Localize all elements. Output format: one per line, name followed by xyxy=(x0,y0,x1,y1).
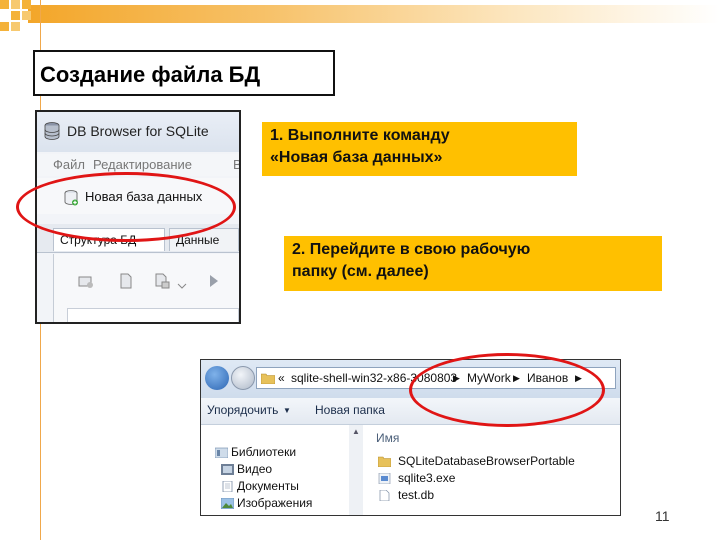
db-browser-title: DB Browser for SQLite xyxy=(67,123,209,139)
menu-edit[interactable]: Редактирование xyxy=(93,157,192,172)
documents-icon xyxy=(222,481,233,492)
chevron-down-icon[interactable]: ▼ xyxy=(283,406,291,415)
database-icon xyxy=(44,122,60,140)
header-band xyxy=(28,5,720,23)
file-item-sqlite3-exe[interactable]: sqlite3.exe xyxy=(398,471,455,485)
menu-file[interactable]: Файл xyxy=(53,157,85,172)
folder-icon xyxy=(378,456,391,467)
document-icon[interactable] xyxy=(118,272,134,290)
breadcrumb-separator-icon[interactable]: « xyxy=(278,371,285,385)
scroll-up-icon[interactable]: ▲ xyxy=(352,427,360,436)
highlight-ellipse-new-db xyxy=(16,172,236,242)
folder-icon xyxy=(261,373,275,384)
page-number: 11 xyxy=(655,508,670,524)
libraries-icon xyxy=(215,447,228,458)
chevron-down-icon[interactable] xyxy=(174,272,190,290)
video-icon xyxy=(221,464,234,475)
play-icon[interactable] xyxy=(206,272,222,290)
slide-title-box: Создание файла БД xyxy=(33,50,335,96)
callout-step-1: 1. Выполните команду «Новая база данных» xyxy=(262,122,577,176)
organize-button[interactable]: Упорядочить xyxy=(207,403,278,417)
callout-step-2-line-2: папку (см. далее) xyxy=(292,263,429,280)
explorer-file-list: Имя SQLiteDatabaseBrowserPortable sqlite… xyxy=(364,425,620,515)
column-header-name[interactable]: Имя xyxy=(376,431,399,445)
navigation-scrollbar[interactable]: ▲ xyxy=(349,425,363,515)
callout-step-1-line-2: «Новая база данных» xyxy=(270,149,443,166)
back-button[interactable] xyxy=(205,366,229,390)
new-folder-button[interactable]: Новая папка xyxy=(315,403,385,417)
highlight-ellipse-work-folder xyxy=(409,353,605,427)
create-table-icon[interactable] xyxy=(78,272,94,290)
modify-table-icon[interactable] xyxy=(154,272,170,290)
forward-button[interactable] xyxy=(231,366,255,390)
slide-title: Создание файла БД xyxy=(40,62,261,87)
nav-item-pictures[interactable]: Изображения xyxy=(237,496,312,510)
exe-file-icon xyxy=(378,473,391,484)
callout-step-1-line-1: 1. Выполните команду xyxy=(270,127,450,144)
nav-item-libraries[interactable]: Библиотеки xyxy=(231,445,296,459)
callout-step-2: 2. Перейдите в свою рабочую папку (см. д… xyxy=(284,236,662,291)
nav-item-video[interactable]: Видео xyxy=(237,462,272,476)
menu-view[interactable]: В xyxy=(233,157,239,172)
nav-item-documents[interactable]: Документы xyxy=(237,479,299,493)
pictures-icon xyxy=(221,498,234,509)
db-browser-list xyxy=(67,308,239,322)
file-item-sqlitebrowser-folder[interactable]: SQLiteDatabaseBrowserPortable xyxy=(398,454,575,468)
db-file-icon xyxy=(379,490,390,501)
file-item-test-db[interactable]: test.db xyxy=(398,488,434,502)
explorer-navigation-pane: Библиотеки Видео Документы Изображения xyxy=(201,425,350,515)
callout-step-2-line-1: 2. Перейдите в свою рабочую xyxy=(292,241,531,258)
